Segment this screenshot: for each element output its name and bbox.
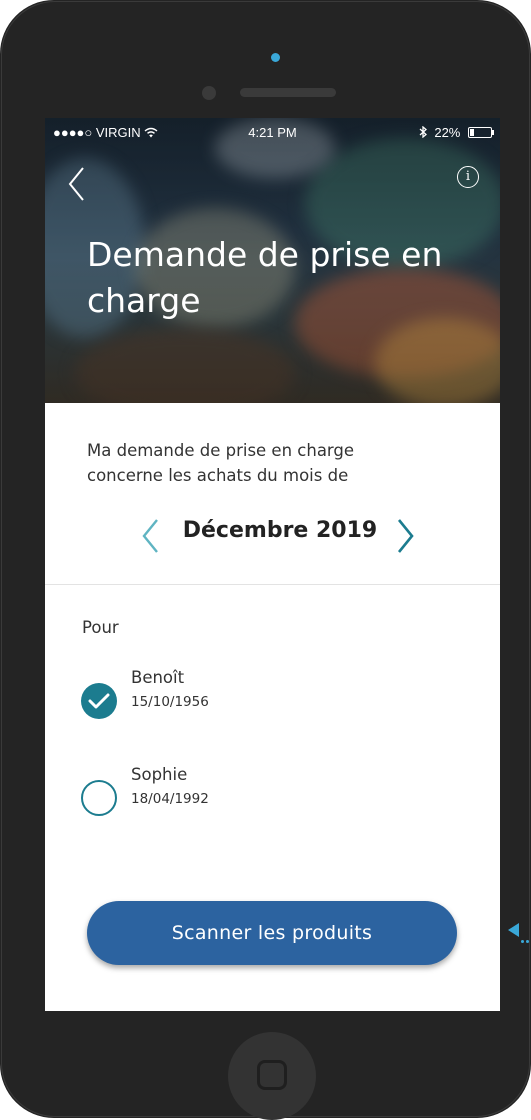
beneficiary-birthdate: 15/10/1956: [131, 694, 209, 710]
month-selector: Décembre 2019: [45, 513, 500, 559]
chevron-left-icon: [142, 519, 158, 553]
status-bar: ●●●●○ VIRGIN 4:21 PM 22%: [45, 122, 500, 144]
page-title-line1: Demande de prise en: [87, 235, 443, 274]
battery-icon: [468, 127, 494, 138]
beneficiary-name: Benoît: [131, 668, 185, 687]
radio-checked[interactable]: [81, 683, 117, 719]
month-label: Décembre 2019: [182, 518, 378, 543]
header-banner: ●●●●○ VIRGIN 4:21 PM 22% i Demande de pr…: [45, 118, 500, 403]
proximity-sensor: [202, 86, 216, 100]
check-icon: [88, 693, 110, 709]
intro-line2: concerne les achats du mois de: [87, 466, 349, 485]
next-month-button[interactable]: [395, 516, 415, 556]
phone-frame: ●●●●○ VIRGIN 4:21 PM 22% i Demande de pr…: [0, 0, 531, 1120]
pointer-dots: [521, 928, 531, 943]
beneficiaries-label: Pour: [82, 618, 119, 637]
battery-percent: 22%: [434, 125, 461, 140]
status-right: 22%: [419, 125, 494, 140]
chevron-right-icon: [397, 519, 414, 553]
beneficiary-name: Sophie: [131, 765, 188, 784]
home-button[interactable]: [228, 1032, 316, 1120]
bluetooth-icon: [419, 125, 435, 140]
intro-line1: Ma demande de prise en charge: [87, 441, 355, 460]
prev-month-button[interactable]: [141, 516, 161, 556]
intro-text: Ma demande de prise en charge concerne l…: [87, 438, 467, 488]
radio-unchecked[interactable]: [81, 780, 117, 816]
beneficiary-option-benoit[interactable]: Benoît 15/10/1956: [81, 668, 461, 728]
beneficiary-option-sophie[interactable]: Sophie 18/04/1992: [81, 765, 461, 825]
home-square-icon: [257, 1060, 287, 1090]
scan-products-button[interactable]: Scanner les produits: [87, 901, 457, 965]
pointer-arrow-icon: [508, 923, 519, 937]
earpiece-speaker: [240, 88, 336, 97]
section-divider: [45, 584, 500, 585]
page-title: Demande de prise en charge: [87, 232, 487, 324]
back-button[interactable]: [65, 164, 95, 204]
chevron-left-icon: [68, 167, 84, 201]
app-screen: ●●●●○ VIRGIN 4:21 PM 22% i Demande de pr…: [45, 118, 500, 1011]
front-camera: [271, 53, 280, 62]
beneficiary-birthdate: 18/04/1992: [131, 791, 209, 807]
page-title-line2: charge: [87, 281, 201, 320]
info-icon[interactable]: i: [457, 166, 479, 188]
